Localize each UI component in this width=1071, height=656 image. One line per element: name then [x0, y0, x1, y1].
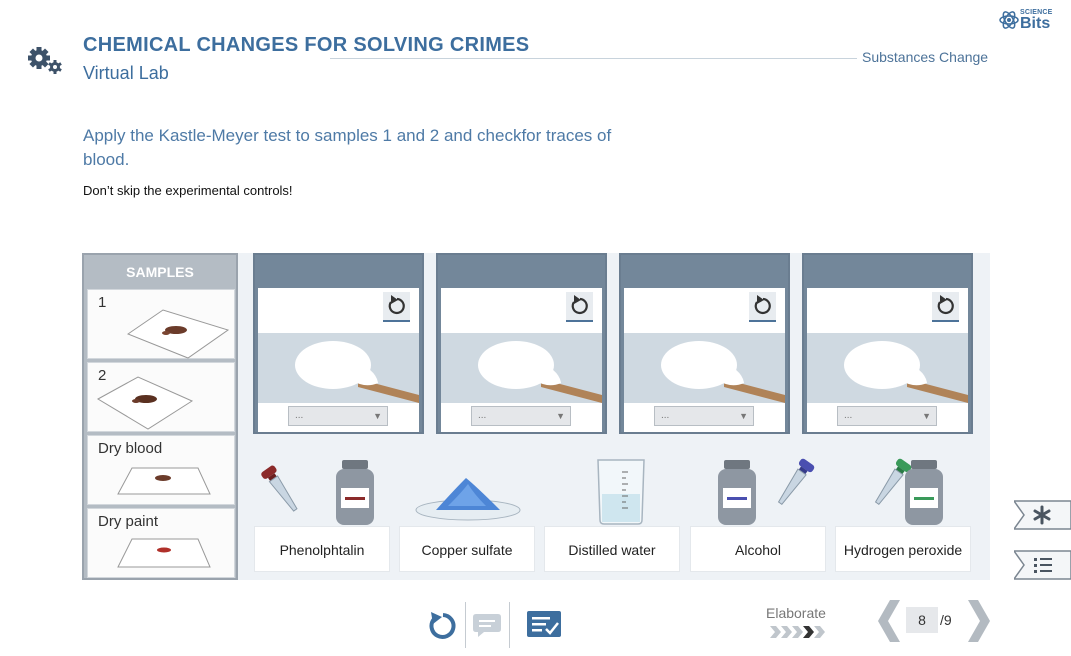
select-value: ...: [661, 410, 670, 421]
page-title: CHEMICAL CHANGES FOR SOLVING CRIMES: [83, 34, 530, 56]
cotton-swab-icon: [441, 333, 602, 403]
distilled-water-reagent-icon[interactable]: [558, 454, 694, 526]
settings-gear-icon[interactable]: [26, 44, 64, 76]
chevron-down-icon: ▼: [739, 411, 748, 421]
sample-paper-icon: [96, 376, 194, 430]
reagent-select[interactable]: ... ▼: [837, 406, 937, 426]
stage-label: Elaborate: [766, 605, 826, 621]
alcohol-reagent-icon[interactable]: [694, 456, 830, 528]
cotton-swab-icon: [258, 333, 419, 403]
instructions-text: Apply the Kastle-Meyer test to samples 1…: [83, 126, 612, 169]
virtual-lab-area: SAMPLES 1 2 Dry blood Dry paint ... ▼ ..…: [82, 253, 990, 580]
hydrogen-peroxide-reagent-icon[interactable]: [839, 456, 975, 528]
header-divider: [330, 58, 857, 59]
reagent-alcohol[interactable]: Alcohol: [690, 526, 826, 572]
station-reset-button[interactable]: [932, 292, 959, 322]
test-station-1[interactable]: ... ▼: [253, 253, 424, 434]
previous-page-icon[interactable]: [878, 600, 902, 642]
toolbar-divider: [509, 602, 510, 648]
sample-item-dry-paint[interactable]: Dry paint: [87, 508, 235, 578]
next-page-icon[interactable]: [966, 600, 990, 642]
test-station-4[interactable]: ... ▼: [802, 253, 973, 434]
sample-label: 1: [98, 294, 107, 311]
atom-icon: [999, 11, 1019, 29]
test-station-3[interactable]: ... ▼: [619, 253, 790, 434]
select-value: ...: [844, 410, 853, 421]
reset-arrow-icon: [388, 295, 405, 315]
select-value: ...: [478, 410, 487, 421]
copper-sulfate-reagent-icon[interactable]: [404, 466, 540, 528]
chevron-down-icon: ▼: [556, 411, 565, 421]
chevron-down-icon: ▼: [922, 411, 931, 421]
bookmark-tab-icon[interactable]: [1014, 500, 1071, 530]
sample-item-dry-blood[interactable]: Dry blood: [87, 435, 235, 505]
reagent-select[interactable]: ... ▼: [471, 406, 571, 426]
instructions-note: Don’t skip the experimental controls!: [83, 183, 293, 198]
reset-arrow-icon: [937, 295, 954, 315]
reset-arrow-icon: [754, 295, 771, 315]
reagent-select[interactable]: ... ▼: [288, 406, 388, 426]
station-reset-button[interactable]: [749, 292, 776, 322]
station-reset-button[interactable]: [383, 292, 410, 322]
science-bits-logo: SCIENCE Bits: [998, 8, 1060, 34]
chevron-down-icon: ▼: [373, 411, 382, 421]
phenolphtalin-reagent-icon[interactable]: [254, 456, 390, 528]
samples-title: SAMPLES: [126, 264, 194, 280]
page-number-total: /9: [940, 612, 952, 628]
sample-label: Dry paint: [98, 513, 159, 530]
reagent-select[interactable]: ... ▼: [654, 406, 754, 426]
task-list-icon[interactable]: [526, 610, 562, 640]
logo-name-text: Bits: [1020, 15, 1051, 32]
sample-item-2[interactable]: 2: [87, 362, 235, 432]
page-number-current[interactable]: 8: [906, 607, 938, 633]
reagent-distilled-water[interactable]: Distilled water: [544, 526, 680, 572]
comment-icon[interactable]: [472, 611, 502, 639]
sample-label: Dry blood: [98, 440, 163, 457]
stage-progress-icon: [770, 626, 825, 638]
section-name: Substances Change: [862, 49, 989, 65]
toolbar-divider: [465, 602, 466, 648]
reset-arrow-icon: [571, 295, 588, 315]
reagent-copper-sulfate[interactable]: Copper sulfate: [399, 526, 535, 572]
sample-label: 2: [98, 367, 107, 384]
sample-paper-icon: [126, 309, 230, 359]
select-value: ...: [295, 410, 304, 421]
cotton-swab-icon: [807, 333, 968, 403]
index-list-tab-icon[interactable]: [1014, 550, 1071, 580]
reagent-phenolphtalin[interactable]: Phenolphtalin: [254, 526, 390, 572]
sample-item-1[interactable]: 1: [87, 289, 235, 359]
test-station-2[interactable]: ... ▼: [436, 253, 607, 434]
cotton-swab-icon: [624, 333, 785, 403]
reset-activity-icon[interactable]: [426, 610, 456, 640]
reagent-hydrogen-peroxide[interactable]: Hydrogen peroxide: [835, 526, 971, 572]
samples-panel: SAMPLES 1 2 Dry blood Dry paint: [82, 253, 238, 580]
station-reset-button[interactable]: [566, 292, 593, 322]
page-subtitle: Virtual Lab: [83, 63, 169, 83]
